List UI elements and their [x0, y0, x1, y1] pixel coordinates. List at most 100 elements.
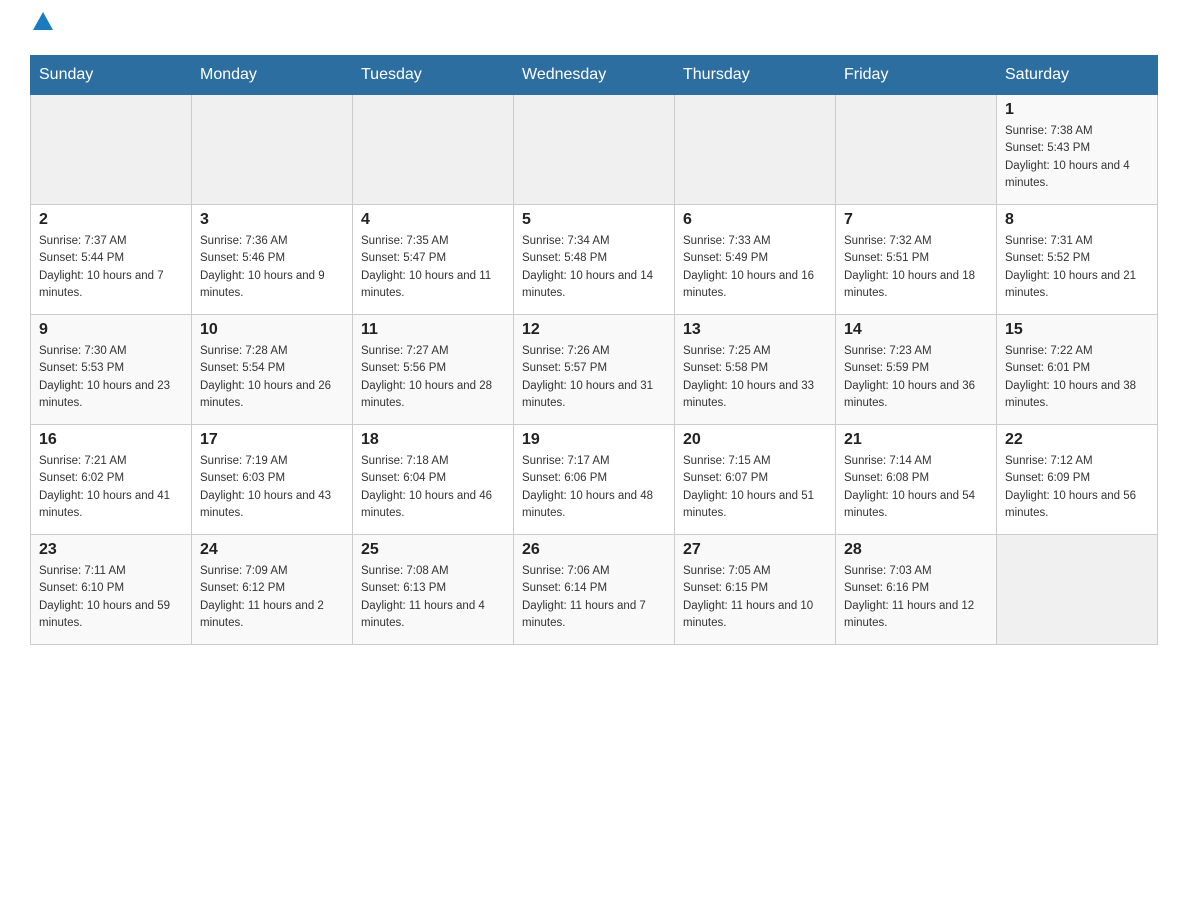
calendar-cell: 24 Sunrise: 7:09 AMSunset: 6:12 PMDayligh… — [192, 535, 353, 645]
day-number: 9 — [39, 321, 183, 339]
day-info: Sunrise: 7:09 AMSunset: 6:12 PMDaylight:… — [200, 563, 344, 632]
calendar-week-3: 9 Sunrise: 7:30 AMSunset: 5:53 PMDaylight… — [31, 315, 1158, 425]
day-number: 13 — [683, 321, 827, 339]
calendar-cell: 19 Sunrise: 7:17 AMSunset: 6:06 PMDayligh… — [514, 425, 675, 535]
day-number: 3 — [200, 211, 344, 229]
day-info: Sunrise: 7:32 AMSunset: 5:51 PMDaylight:… — [844, 233, 988, 302]
calendar-cell: 2 Sunrise: 7:37 AMSunset: 5:44 PMDaylight… — [31, 205, 192, 315]
day-info: Sunrise: 7:18 AMSunset: 6:04 PMDaylight:… — [361, 453, 505, 522]
day-number: 24 — [200, 541, 344, 559]
calendar-cell: 9 Sunrise: 7:30 AMSunset: 5:53 PMDaylight… — [31, 315, 192, 425]
calendar-cell: 7 Sunrise: 7:32 AMSunset: 5:51 PMDaylight… — [836, 205, 997, 315]
calendar-cell — [997, 535, 1158, 645]
calendar-cell: 11 Sunrise: 7:27 AMSunset: 5:56 PMDayligh… — [353, 315, 514, 425]
calendar-cell — [192, 95, 353, 205]
calendar-cell: 17 Sunrise: 7:19 AMSunset: 6:03 PMDayligh… — [192, 425, 353, 535]
day-info: Sunrise: 7:12 AMSunset: 6:09 PMDaylight:… — [1005, 453, 1149, 522]
day-number: 21 — [844, 431, 988, 449]
weekday-header-tuesday: Tuesday — [353, 56, 514, 95]
day-info: Sunrise: 7:37 AMSunset: 5:44 PMDaylight:… — [39, 233, 183, 302]
calendar-cell: 3Sunrise: 7:36 AMSunset: 5:46 PMDaylight… — [192, 205, 353, 315]
day-number: 5 — [522, 211, 666, 229]
weekday-header-row: SundayMondayTuesdayWednesdayThursdayFrid… — [31, 56, 1158, 95]
calendar-cell: 21 Sunrise: 7:14 AMSunset: 6:08 PMDayligh… — [836, 425, 997, 535]
calendar-cell: 12 Sunrise: 7:26 AMSunset: 5:57 PMDayligh… — [514, 315, 675, 425]
day-number: 11 — [361, 321, 505, 339]
day-info: Sunrise: 7:30 AMSunset: 5:53 PMDaylight:… — [39, 343, 183, 412]
calendar-week-4: 16 Sunrise: 7:21 AMSunset: 6:02 PMDayligh… — [31, 425, 1158, 535]
weekday-header-wednesday: Wednesday — [514, 56, 675, 95]
day-number: 19 — [522, 431, 666, 449]
calendar-cell: 5 Sunrise: 7:34 AMSunset: 5:48 PMDaylight… — [514, 205, 675, 315]
day-number: 25 — [361, 541, 505, 559]
day-number: 7 — [844, 211, 988, 229]
day-info: Sunrise: 7:08 AMSunset: 6:13 PMDaylight:… — [361, 563, 505, 632]
day-info: Sunrise: 7:21 AMSunset: 6:02 PMDaylight:… — [39, 453, 183, 522]
day-info: Sunrise: 7:33 AMSunset: 5:49 PMDaylight:… — [683, 233, 827, 302]
calendar-table: SundayMondayTuesdayWednesdayThursdayFrid… — [30, 55, 1158, 645]
day-info: Sunrise: 7:11 AMSunset: 6:10 PMDaylight:… — [39, 563, 183, 632]
day-number: 16 — [39, 431, 183, 449]
calendar-cell — [675, 95, 836, 205]
day-number: 26 — [522, 541, 666, 559]
day-number: 10 — [200, 321, 344, 339]
calendar-cell: 28Sunrise: 7:03 AMSunset: 6:16 PMDayligh… — [836, 535, 997, 645]
day-info: Sunrise: 7:35 AMSunset: 5:47 PMDaylight:… — [361, 233, 505, 302]
calendar-cell: 4 Sunrise: 7:35 AMSunset: 5:47 PMDaylight… — [353, 205, 514, 315]
calendar-cell: 13 Sunrise: 7:25 AMSunset: 5:58 PMDayligh… — [675, 315, 836, 425]
day-info: Sunrise: 7:22 AMSunset: 6:01 PMDaylight:… — [1005, 343, 1149, 412]
day-number: 18 — [361, 431, 505, 449]
calendar-cell — [836, 95, 997, 205]
calendar-cell: 10 Sunrise: 7:28 AMSunset: 5:54 PMDayligh… — [192, 315, 353, 425]
day-number: 20 — [683, 431, 827, 449]
calendar-cell: 15 Sunrise: 7:22 AMSunset: 6:01 PMDayligh… — [997, 315, 1158, 425]
calendar-cell: 22 Sunrise: 7:12 AMSunset: 6:09 PMDayligh… — [997, 425, 1158, 535]
weekday-header-saturday: Saturday — [997, 56, 1158, 95]
day-info: Sunrise: 7:17 AMSunset: 6:06 PMDaylight:… — [522, 453, 666, 522]
day-number: 14 — [844, 321, 988, 339]
calendar-cell — [31, 95, 192, 205]
calendar-cell: 27Sunrise: 7:05 AMSunset: 6:15 PMDayligh… — [675, 535, 836, 645]
calendar-cell: 6Sunrise: 7:33 AMSunset: 5:49 PMDaylight… — [675, 205, 836, 315]
day-number: 22 — [1005, 431, 1149, 449]
weekday-header-friday: Friday — [836, 56, 997, 95]
day-info: Sunrise: 7:25 AMSunset: 5:58 PMDaylight:… — [683, 343, 827, 412]
day-number: 4 — [361, 211, 505, 229]
day-info: Sunrise: 7:26 AMSunset: 5:57 PMDaylight:… — [522, 343, 666, 412]
day-info: Sunrise: 7:28 AMSunset: 5:54 PMDaylight:… — [200, 343, 344, 412]
calendar-cell: 20Sunrise: 7:15 AMSunset: 6:07 PMDayligh… — [675, 425, 836, 535]
day-info: Sunrise: 7:03 AMSunset: 6:16 PMDaylight:… — [844, 563, 988, 632]
day-info: Sunrise: 7:19 AMSunset: 6:03 PMDaylight:… — [200, 453, 344, 522]
day-number: 8 — [1005, 211, 1149, 229]
weekday-header-thursday: Thursday — [675, 56, 836, 95]
logo-triangle-icon — [33, 12, 53, 35]
day-info: Sunrise: 7:38 AMSunset: 5:43 PMDaylight:… — [1005, 123, 1149, 192]
calendar-cell: 26Sunrise: 7:06 AMSunset: 6:14 PMDayligh… — [514, 535, 675, 645]
weekday-header-sunday: Sunday — [31, 56, 192, 95]
weekday-header-monday: Monday — [192, 56, 353, 95]
day-info: Sunrise: 7:27 AMSunset: 5:56 PMDaylight:… — [361, 343, 505, 412]
day-number: 23 — [39, 541, 183, 559]
day-number: 15 — [1005, 321, 1149, 339]
calendar-week-5: 23 Sunrise: 7:11 AMSunset: 6:10 PMDayligh… — [31, 535, 1158, 645]
day-number: 12 — [522, 321, 666, 339]
day-number: 17 — [200, 431, 344, 449]
day-info: Sunrise: 7:05 AMSunset: 6:15 PMDaylight:… — [683, 563, 827, 632]
calendar-cell — [514, 95, 675, 205]
calendar-week-2: 2 Sunrise: 7:37 AMSunset: 5:44 PMDaylight… — [31, 205, 1158, 315]
calendar-cell: 1 Sunrise: 7:38 AMSunset: 5:43 PMDaylight… — [997, 95, 1158, 205]
calendar-cell: 14 Sunrise: 7:23 AMSunset: 5:59 PMDayligh… — [836, 315, 997, 425]
calendar-cell: 18 Sunrise: 7:18 AMSunset: 6:04 PMDayligh… — [353, 425, 514, 535]
day-info: Sunrise: 7:34 AMSunset: 5:48 PMDaylight:… — [522, 233, 666, 302]
calendar-cell: 25 Sunrise: 7:08 AMSunset: 6:13 PMDayligh… — [353, 535, 514, 645]
day-number: 2 — [39, 211, 183, 229]
calendar-cell — [353, 95, 514, 205]
day-info: Sunrise: 7:14 AMSunset: 6:08 PMDaylight:… — [844, 453, 988, 522]
day-info: Sunrise: 7:23 AMSunset: 5:59 PMDaylight:… — [844, 343, 988, 412]
logo — [30, 20, 53, 35]
calendar-cell: 16 Sunrise: 7:21 AMSunset: 6:02 PMDayligh… — [31, 425, 192, 535]
day-info: Sunrise: 7:31 AMSunset: 5:52 PMDaylight:… — [1005, 233, 1149, 302]
calendar-cell: 8 Sunrise: 7:31 AMSunset: 5:52 PMDaylight… — [997, 205, 1158, 315]
calendar-week-1: 1 Sunrise: 7:38 AMSunset: 5:43 PMDaylight… — [31, 95, 1158, 205]
day-number: 1 — [1005, 101, 1149, 119]
